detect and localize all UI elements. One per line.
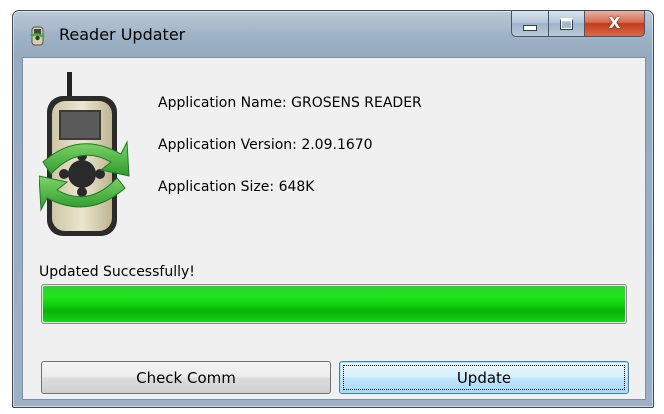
update-button[interactable]: Update bbox=[339, 361, 629, 394]
minimize-button[interactable] bbox=[511, 11, 549, 37]
progress-bar bbox=[41, 284, 627, 324]
close-icon: X bbox=[608, 14, 621, 32]
title-bar[interactable]: Reader Updater X bbox=[13, 11, 653, 57]
client-area: Application Name: GROSENS READER Applica… bbox=[22, 57, 646, 400]
maximize-icon bbox=[560, 17, 573, 30]
minimize-icon bbox=[523, 24, 537, 31]
window-title: Reader Updater bbox=[59, 25, 186, 44]
updater-window: Reader Updater X Application Name: GROSE… bbox=[12, 10, 654, 408]
status-message: Updated Successfully! bbox=[39, 264, 195, 280]
close-button[interactable]: X bbox=[585, 11, 645, 37]
application-name: Application Name: GROSENS READER bbox=[158, 95, 422, 111]
progress-fill bbox=[43, 286, 625, 322]
application-info: Application Name: GROSENS READER Applica… bbox=[158, 94, 422, 220]
check-comm-button[interactable]: Check Comm bbox=[41, 361, 331, 394]
application-version: Application Version: 2.09.1670 bbox=[158, 137, 373, 153]
maximize-button[interactable] bbox=[549, 11, 585, 37]
update-button-label: Update bbox=[456, 368, 512, 387]
reader-device-icon bbox=[30, 26, 45, 46]
reader-device-sync-icon bbox=[39, 72, 130, 236]
caption-buttons: X bbox=[511, 11, 645, 37]
application-size: Application Size: 648K bbox=[158, 179, 315, 195]
